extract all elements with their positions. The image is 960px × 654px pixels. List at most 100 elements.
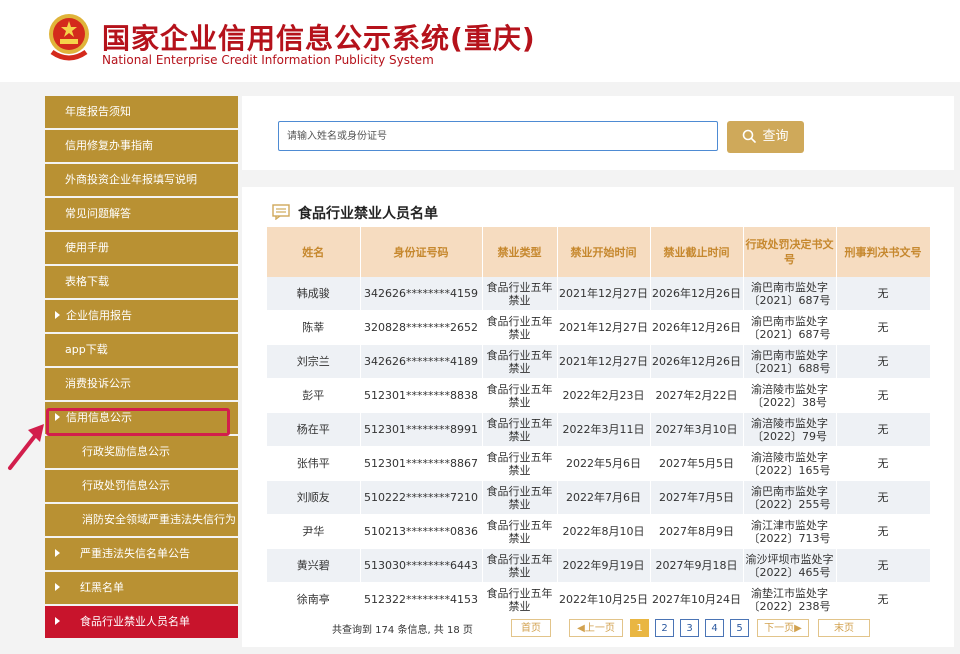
page-button-1[interactable]: 1 — [630, 619, 649, 637]
site-title: 国家企业信用信息公示系统(重庆) — [102, 17, 536, 57]
expand-arrow-icon — [55, 583, 60, 591]
sidebar-item-label: 消费投诉公示 — [65, 377, 131, 390]
sidebar-item-admin-reward[interactable]: 行政奖励信息公示 — [45, 436, 238, 468]
cell-criminal-doc: 无 — [836, 412, 931, 447]
list-title-text: 食品行业禁业人员名单 — [298, 206, 438, 222]
search-panel: 查询 — [242, 96, 954, 170]
sidebar-item-label: 常见问题解答 — [65, 207, 131, 220]
sidebar-item-label: 红黑名单 — [80, 581, 124, 594]
cell-penalty-doc: 渝垫江市监处字〔2022〕238号 — [743, 582, 837, 617]
cell-criminal-doc: 无 — [836, 344, 931, 379]
cell-penalty-doc: 渝沙坪坝市监处字〔2022〕465号 — [743, 548, 837, 583]
cell-id-number: 342626********4159 — [360, 277, 483, 311]
cell-end-date: 2027年8月9日 — [650, 514, 744, 549]
cell-ban-type: 食品行业五年禁业 — [482, 548, 558, 583]
sidebar-item-user-manual[interactable]: 使用手册 — [45, 232, 238, 264]
cell-start-date: 2021年12月27日 — [557, 344, 651, 379]
sidebar-item-credit-info-publicity[interactable]: 信用信息公示 — [45, 402, 238, 434]
table-row: 刘顺友 510222********7210 食品行业五年禁业 2022年7月6日 20… — [267, 480, 931, 515]
sidebar-item-label: 行政处罚信息公示 — [82, 479, 170, 492]
sidebar-item-food-industry-ban-list[interactable]: 食品行业禁业人员名单 — [45, 606, 238, 638]
cell-end-date: 2027年10月24日 — [650, 582, 744, 617]
page-button-2[interactable]: 2 — [655, 619, 674, 637]
sidebar-item-form-download[interactable]: 表格下载 — [45, 266, 238, 298]
expand-arrow-icon — [55, 549, 60, 557]
cell-name: 张伟平 — [267, 446, 361, 481]
search-button-label: 查询 — [762, 129, 789, 144]
cell-id-number: 512301********8867 — [360, 446, 483, 481]
sidebar-nav: 年度报告须知 信用修复办事指南 外商投资企业年报填写说明 常见问题解答 使用手册… — [45, 96, 238, 640]
cell-penalty-doc: 渝江津市监处字〔2022〕713号 — [743, 514, 837, 549]
cell-ban-type: 食品行业五年禁业 — [482, 277, 558, 311]
cell-name: 陈莘 — [267, 310, 361, 345]
cell-name: 尹华 — [267, 514, 361, 549]
cell-start-date: 2022年9月19日 — [557, 548, 651, 583]
cell-criminal-doc: 无 — [836, 548, 931, 583]
sidebar-item-credit-report[interactable]: 企业信用报告 — [45, 300, 238, 332]
sidebar-item-admin-penalty[interactable]: 行政处罚信息公示 — [45, 470, 238, 502]
page-button-4[interactable]: 4 — [705, 619, 724, 637]
cell-penalty-doc: 渝巴南市监处字〔2021〕687号 — [743, 277, 837, 311]
sidebar-item-faq[interactable]: 常见问题解答 — [45, 198, 238, 230]
cell-end-date: 2026年12月26日 — [650, 310, 744, 345]
cell-id-number: 512301********8838 — [360, 378, 483, 413]
sidebar-item-label: app下载 — [65, 343, 108, 356]
search-input[interactable] — [278, 121, 718, 151]
sidebar-item-serious-violation-list[interactable]: 严重违法失信名单公告 — [45, 538, 238, 570]
search-icon — [743, 129, 757, 143]
cell-id-number: 510213********0836 — [360, 514, 483, 549]
table-row: 徐南亭 512322********4153 食品行业五年禁业 2022年10月25日… — [267, 582, 931, 617]
cell-ban-type: 食品行业五年禁业 — [482, 378, 558, 413]
pagination: 共查询到 174 条信息, 共 18 页 首页 ◀上一页 1 2 3 4 5 下… — [242, 617, 954, 639]
cell-criminal-doc: 无 — [836, 277, 931, 311]
cell-id-number: 512301********8991 — [360, 412, 483, 447]
list-document-icon — [272, 204, 290, 221]
sidebar-item-label: 使用手册 — [65, 241, 109, 254]
cell-name: 杨在平 — [267, 412, 361, 447]
cell-penalty-doc: 渝涪陵市监处字〔2022〕79号 — [743, 412, 837, 447]
cell-ban-type: 食品行业五年禁业 — [482, 582, 558, 617]
cell-name: 刘顺友 — [267, 480, 361, 515]
site-subtitle: National Enterprise Credit Information P… — [102, 53, 434, 67]
table-row: 杨在平 512301********8991 食品行业五年禁业 2022年3月11日 2… — [267, 412, 931, 447]
cell-start-date: 2022年2月23日 — [557, 378, 651, 413]
cell-penalty-doc: 渝涪陵市监处字〔2022〕165号 — [743, 446, 837, 481]
search-button[interactable]: 查询 — [727, 121, 804, 153]
sidebar-item-app-download[interactable]: app下载 — [45, 334, 238, 366]
col-header-name: 姓名 — [267, 227, 361, 277]
prev-page-button[interactable]: ◀上一页 — [569, 619, 623, 637]
sidebar-item-annual-report-notice[interactable]: 年度报告须知 — [45, 96, 238, 128]
next-page-button[interactable]: 下一页▶ — [757, 619, 809, 637]
site-header: 国家企业信用信息公示系统(重庆) National Enterprise Cre… — [0, 0, 960, 82]
last-page-button[interactable]: 末页 — [818, 619, 870, 637]
table-row: 尹华 510213********0836 食品行业五年禁业 2022年8月10日 20… — [267, 514, 931, 549]
expand-arrow-icon — [55, 311, 60, 319]
cell-start-date: 2022年10月25日 — [557, 582, 651, 617]
sidebar-item-consumer-complaints[interactable]: 消费投诉公示 — [45, 368, 238, 400]
col-header-criminal-doc: 刑事判决书文号 — [836, 227, 931, 277]
cell-start-date: 2022年5月6日 — [557, 446, 651, 481]
sidebar-item-fire-safety-violations[interactable]: 消防安全领域严重违法失信行为 — [45, 504, 238, 536]
page-button-5[interactable]: 5 — [730, 619, 749, 637]
sidebar-item-label: 信用修复办事指南 — [65, 139, 153, 152]
col-header-ban-type: 禁业类型 — [482, 227, 558, 277]
cell-start-date: 2021年12月27日 — [557, 277, 651, 311]
cell-end-date: 2027年3月10日 — [650, 412, 744, 447]
cell-criminal-doc: 无 — [836, 446, 931, 481]
cell-end-date: 2027年9月18日 — [650, 548, 744, 583]
national-emblem-icon — [49, 14, 89, 61]
sidebar-item-credit-repair-guide[interactable]: 信用修复办事指南 — [45, 130, 238, 162]
table-row: 黄兴碧 513030********6443 食品行业五年禁业 2022年9月19日 2… — [267, 548, 931, 583]
ban-list-table: 姓名 身份证号码 禁业类型 禁业开始时间 禁业截止时间 行政处罚决定书文号 刑事… — [267, 227, 931, 617]
sidebar-item-label: 行政奖励信息公示 — [82, 445, 170, 458]
sidebar-item-label: 食品行业禁业人员名单 — [80, 615, 190, 628]
cell-name: 徐南亭 — [267, 582, 361, 617]
sidebar-item-foreign-investment-report[interactable]: 外商投资企业年报填写说明 — [45, 164, 238, 196]
col-header-start-date: 禁业开始时间 — [557, 227, 651, 277]
sidebar-item-red-black-list[interactable]: 红黑名单 — [45, 572, 238, 604]
sidebar-item-label: 企业信用报告 — [66, 309, 132, 322]
page-button-3[interactable]: 3 — [680, 619, 699, 637]
first-page-button[interactable]: 首页 — [511, 619, 551, 637]
cell-criminal-doc: 无 — [836, 480, 931, 515]
cell-start-date: 2021年12月27日 — [557, 310, 651, 345]
